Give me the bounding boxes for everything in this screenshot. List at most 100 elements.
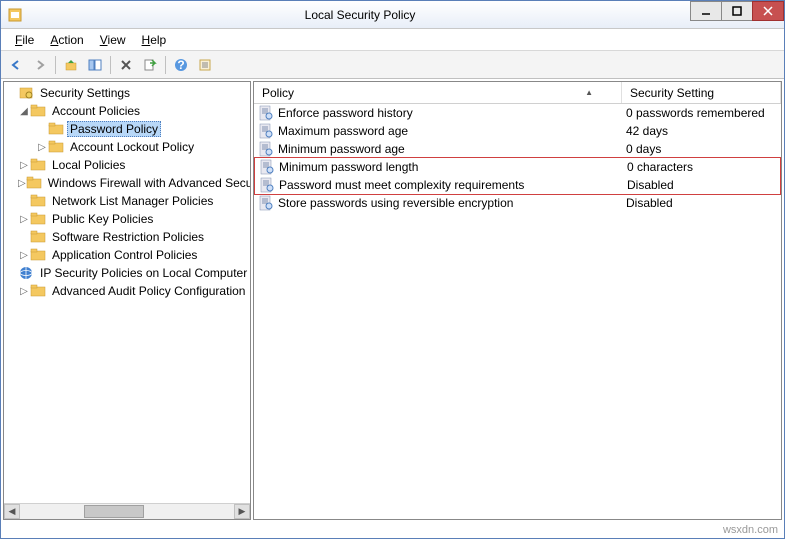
menu-file[interactable]: File: [7, 31, 42, 49]
menu-help[interactable]: Help: [134, 31, 175, 49]
menu-view[interactable]: View: [92, 31, 134, 49]
folder-icon: [30, 157, 46, 173]
ip-security-icon: [18, 265, 34, 281]
tree-account-policies[interactable]: ◢ Account Policies: [4, 102, 250, 120]
policy-icon: [258, 105, 274, 121]
scroll-track[interactable]: [20, 504, 234, 519]
policy-icon: [258, 141, 274, 157]
policy-icon: [259, 177, 275, 193]
up-button[interactable]: [60, 54, 82, 76]
scroll-right-button[interactable]: ▶: [234, 504, 250, 519]
folder-icon: [30, 211, 46, 227]
tree-software-restriction[interactable]: Software Restriction Policies: [4, 228, 250, 246]
delete-button[interactable]: [115, 54, 137, 76]
expand-icon[interactable]: ▷: [36, 142, 48, 153]
column-label: Policy: [262, 86, 294, 100]
policy-icon: [259, 159, 275, 175]
help-button[interactable]: ?: [170, 54, 192, 76]
tree-advanced-audit[interactable]: ▷ Advanced Audit Policy Configuration: [4, 282, 250, 300]
list-item[interactable]: Minimum password age 0 days: [254, 140, 781, 158]
list-item[interactable]: Store passwords using reversible encrypt…: [254, 194, 781, 212]
security-settings-icon: [18, 85, 34, 101]
folder-icon: [30, 193, 46, 209]
app-icon: [7, 7, 23, 23]
column-security-setting[interactable]: Security Setting: [622, 82, 781, 103]
column-label: Security Setting: [630, 86, 714, 100]
sort-indicator-icon: ▲: [585, 88, 613, 97]
tree-label: Public Key Policies: [49, 211, 156, 227]
properties-button[interactable]: [194, 54, 216, 76]
minimize-button[interactable]: [690, 1, 722, 21]
policy-icon: [258, 123, 274, 139]
expand-icon[interactable]: ▷: [18, 160, 30, 171]
policy-name: Maximum password age: [278, 124, 408, 138]
expand-icon[interactable]: ▷: [18, 214, 30, 225]
collapse-icon[interactable]: ◢: [18, 106, 30, 117]
watermark: wsxdn.com: [723, 524, 778, 536]
list-header: Policy ▲ Security Setting: [254, 82, 781, 104]
tree-ip-security[interactable]: IP Security Policies on Local Computer: [4, 264, 250, 282]
list-item[interactable]: Enforce password history 0 passwords reme…: [254, 104, 781, 122]
scroll-thumb[interactable]: [84, 505, 144, 518]
menubar: File Action View Help: [1, 29, 784, 51]
maximize-button[interactable]: [721, 1, 753, 21]
horizontal-scrollbar[interactable]: ◀ ▶: [4, 503, 250, 519]
tree-public-key[interactable]: ▷ Public Key Policies: [4, 210, 250, 228]
list-item[interactable]: Password must meet complexity requiremen…: [255, 176, 780, 194]
svg-text:?: ?: [177, 58, 184, 72]
tree-label: Password Policy: [67, 121, 161, 137]
tree-label: Account Policies: [49, 103, 143, 119]
scroll-left-button[interactable]: ◀: [4, 504, 20, 519]
policy-name: Store passwords using reversible encrypt…: [278, 196, 513, 210]
policy-name: Minimum password length: [279, 160, 418, 174]
toolbar-separator: [110, 56, 111, 74]
show-hide-tree-button[interactable]: [84, 54, 106, 76]
tree-label: Advanced Audit Policy Configuration: [49, 283, 248, 299]
tree-label: Software Restriction Policies: [49, 229, 207, 245]
back-button[interactable]: [5, 54, 27, 76]
folder-icon: [30, 283, 46, 299]
tree-application-control[interactable]: ▷ Application Control Policies: [4, 246, 250, 264]
tree-account-lockout-policy[interactable]: ▷ Account Lockout Policy: [4, 138, 250, 156]
policy-name: Enforce password history: [278, 106, 413, 120]
tree-local-policies[interactable]: ▷ Local Policies: [4, 156, 250, 174]
tree-network-list[interactable]: Network List Manager Policies: [4, 192, 250, 210]
folder-icon: [30, 103, 46, 119]
toolbar-separator: [55, 56, 56, 74]
tree-root[interactable]: Security Settings: [4, 84, 250, 102]
tree-label: Application Control Policies: [49, 247, 200, 263]
toolbar-separator: [165, 56, 166, 74]
policy-setting: 42 days: [626, 124, 668, 138]
tree-password-policy[interactable]: Password Policy: [4, 120, 250, 138]
policy-setting: Disabled: [626, 196, 673, 210]
policy-setting: 0 passwords remembered: [626, 106, 765, 120]
policy-setting: Disabled: [627, 178, 674, 192]
menu-action[interactable]: Action: [42, 31, 91, 49]
policy-icon: [258, 195, 274, 211]
export-button[interactable]: [139, 54, 161, 76]
expand-icon[interactable]: ▷: [18, 250, 30, 261]
tree-label: Account Lockout Policy: [67, 139, 197, 155]
expand-icon[interactable]: ▷: [18, 286, 30, 297]
policy-name: Password must meet complexity requiremen…: [279, 178, 524, 192]
tree-label: Windows Firewall with Advanced Security: [45, 175, 251, 191]
tree-pane: Security Settings ◢ Account Policies Pas…: [3, 81, 251, 520]
close-button[interactable]: [752, 1, 784, 21]
tree-label: Network List Manager Policies: [49, 193, 216, 209]
policy-setting: 0 days: [626, 142, 661, 156]
tree: Security Settings ◢ Account Policies Pas…: [4, 82, 250, 302]
column-policy[interactable]: Policy ▲: [254, 82, 622, 103]
policy-name: Minimum password age: [278, 142, 405, 156]
list-item[interactable]: Maximum password age 42 days: [254, 122, 781, 140]
folder-icon: [48, 139, 64, 155]
forward-button[interactable]: [29, 54, 51, 76]
folder-icon: [30, 229, 46, 245]
toolbar: ?: [1, 51, 784, 79]
list-item[interactable]: Minimum password length0 characters: [255, 158, 780, 176]
tree-windows-firewall[interactable]: ▷ Windows Firewall with Advanced Securit…: [4, 174, 250, 192]
folder-icon: [30, 247, 46, 263]
titlebar: Local Security Policy: [1, 1, 784, 29]
expand-icon[interactable]: ▷: [18, 178, 26, 189]
tree-label: IP Security Policies on Local Computer: [37, 265, 250, 281]
folder-icon: [48, 121, 64, 137]
